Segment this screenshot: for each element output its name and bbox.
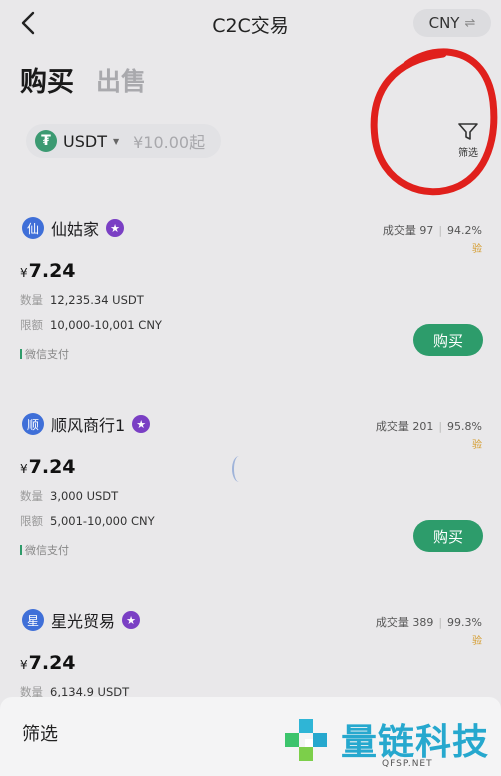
- buy-button[interactable]: 购买: [413, 324, 483, 356]
- merchant-name: 顺风商行1: [51, 416, 126, 435]
- verified-mark: 验: [472, 636, 482, 647]
- trade-volume: 成交量 97: [382, 224, 434, 237]
- payment-method: 微信支付: [20, 542, 69, 558]
- merchant-2[interactable]: 顺 顺风商行1 ★: [22, 412, 151, 436]
- merchant-name: 星光贸易: [51, 612, 116, 631]
- quantity-label: 数量: [20, 293, 43, 307]
- price: ¥7.24: [20, 260, 76, 282]
- price-currency-symbol: ¥: [20, 658, 28, 672]
- price-value: 7.24: [28, 652, 76, 674]
- merchant-avatar: 仙: [22, 217, 44, 239]
- tab-buy[interactable]: 购买: [20, 60, 74, 99]
- merchant-avatar: 顺: [22, 413, 44, 435]
- trade-volume: 成交量 389: [375, 616, 434, 629]
- watermark-logo-icon: [285, 719, 327, 761]
- price-currency-symbol: ¥: [20, 266, 28, 280]
- payment-method: 微信支付: [20, 346, 69, 362]
- star-badge-icon: ★: [132, 415, 151, 433]
- payment-label: 微信支付: [25, 544, 69, 557]
- limit-value: 10,000-10,001 CNY: [50, 318, 162, 332]
- completion-rate: 99.3%: [447, 615, 482, 629]
- quantity-row: 数量 3,000 USDT: [20, 488, 118, 504]
- trade-volume: 成交量 201: [375, 420, 434, 433]
- payment-label: 微信支付: [25, 348, 69, 361]
- limit-row: 限额 5,001-10,000 CNY: [20, 513, 155, 529]
- completion-rate: 94.2%: [447, 223, 482, 237]
- filter-sheet-title: 筛选: [22, 724, 58, 745]
- verified-mark: 验: [472, 244, 482, 255]
- completion-rate: 95.8%: [447, 419, 482, 433]
- merchant-1[interactable]: 仙 仙姑家 ★: [22, 216, 125, 240]
- star-badge-icon: ★: [122, 611, 141, 629]
- limit-label: 限额: [20, 514, 43, 528]
- merchant-stats: 成交量 389 | 99.3%: [375, 615, 482, 630]
- star-badge-icon: ★: [106, 219, 125, 237]
- coin-label: USDT: [63, 131, 107, 151]
- limit-value: 5,001-10,000 CNY: [50, 514, 155, 528]
- tab-sell[interactable]: 出售: [96, 62, 146, 98]
- verified-mark: 验: [472, 440, 482, 451]
- merchant-name: 仙姑家: [51, 220, 100, 239]
- coin-selector[interactable]: ₮ USDT ▼ ¥10.00起: [26, 124, 221, 158]
- buy-button[interactable]: 购买: [413, 520, 483, 552]
- merchant-3[interactable]: 星 星光贸易 ★: [22, 608, 141, 632]
- price: ¥7.24: [20, 456, 76, 478]
- swap-icon: ⇌: [464, 15, 476, 31]
- price: ¥7.24: [20, 652, 76, 674]
- limit-label: 限额: [20, 318, 43, 332]
- merchant-stats: 成交量 97 | 94.2%: [382, 223, 482, 238]
- caret-down-icon: ▼: [112, 136, 120, 146]
- currency-label: CNY: [428, 14, 460, 32]
- quantity-label: 数量: [20, 489, 43, 503]
- watermark-subtext: QFSP.NET: [382, 759, 433, 769]
- merchant-stats: 成交量 201 | 95.8%: [375, 419, 482, 434]
- quantity-value: 12,235.34 USDT: [50, 293, 144, 307]
- merchant-avatar: 星: [22, 609, 44, 631]
- watermark-text: 量链科技: [341, 722, 490, 763]
- quantity-row: 数量 12,235.34 USDT: [20, 292, 144, 308]
- red-circle-annotation: [370, 48, 498, 196]
- price-value: 7.24: [28, 260, 76, 282]
- tether-icon: ₮: [35, 130, 57, 152]
- price-currency-symbol: ¥: [20, 462, 28, 476]
- quantity-value: 3,000 USDT: [50, 489, 119, 503]
- price-value: 7.24: [28, 456, 76, 478]
- min-amount-field[interactable]: ¥10.00起: [133, 129, 205, 153]
- currency-selector[interactable]: CNY ⇌: [413, 9, 491, 37]
- limit-row: 限额 10,000-10,001 CNY: [20, 317, 162, 333]
- loading-spinner: [232, 456, 246, 482]
